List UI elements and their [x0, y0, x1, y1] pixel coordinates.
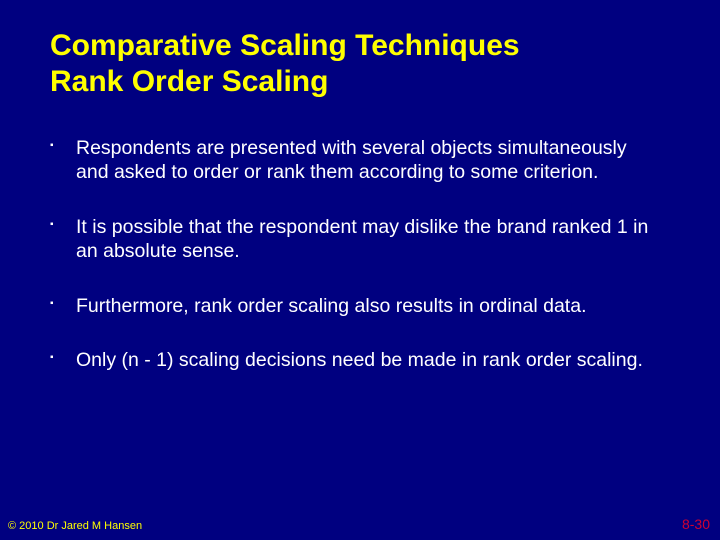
list-item: Respondents are presented with several o…	[76, 136, 670, 185]
title-line-2: Rank Order Scaling	[50, 65, 328, 98]
footer-copyright: © 2010 Dr Jared M Hansen	[8, 520, 142, 532]
slide: Comparative Scaling Techniques Rank Orde…	[0, 0, 720, 540]
list-item: Only (n - 1) scaling decisions need be m…	[76, 348, 670, 372]
bullet-text: Respondents are presented with several o…	[76, 137, 627, 183]
slide-title: Comparative Scaling Techniques Rank Orde…	[50, 28, 670, 100]
list-item: It is possible that the respondent may d…	[76, 215, 670, 264]
bullet-text: Furthermore, rank order scaling also res…	[76, 295, 587, 317]
bullet-list: Respondents are presented with several o…	[50, 136, 670, 372]
bullet-text: It is possible that the respondent may d…	[76, 216, 648, 262]
title-line-1: Comparative Scaling Techniques	[50, 29, 520, 62]
bullet-text: Only (n - 1) scaling decisions need be m…	[76, 349, 643, 371]
footer-page-number: 8-30	[682, 516, 710, 532]
list-item: Furthermore, rank order scaling also res…	[76, 294, 670, 318]
